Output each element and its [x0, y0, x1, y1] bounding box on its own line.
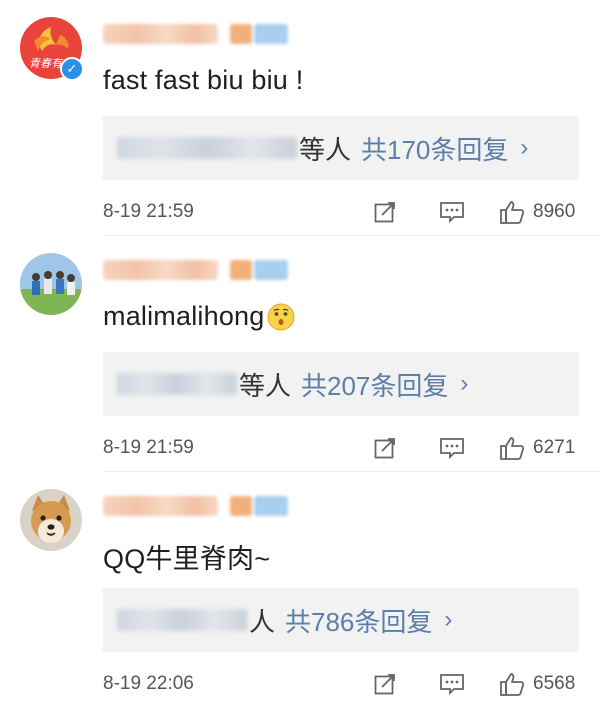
member-badge-blurred [254, 496, 288, 516]
comment-meta: 8-19 21:59 6271 [103, 436, 579, 460]
comment-button[interactable] [439, 436, 465, 460]
reply-count: 共170条回复 [361, 134, 509, 165]
thumbs-up-icon [500, 437, 525, 460]
reply-suffix: 等人 [239, 370, 292, 401]
comment-meta: 8-19 22:06 6568 [103, 672, 579, 696]
share-edit-icon [374, 674, 395, 695]
share-edit-icon [374, 438, 395, 459]
avatar[interactable]: 青春有你 ✓ [20, 17, 84, 81]
comment-time: 8-19 22:06 [103, 673, 194, 694]
reply-suffix: 人 [249, 606, 276, 637]
thinking-emoji-icon [267, 303, 295, 330]
thumbs-up-icon [500, 673, 525, 696]
comment-time: 8-19 21:59 [103, 201, 194, 222]
username-row[interactable] [103, 23, 288, 45]
replies-summary-button[interactable]: 等人 共170条回复 › [103, 116, 579, 180]
avatar-image [20, 253, 82, 315]
verified-badge-icon: ✓ [60, 57, 84, 81]
replies-summary-button[interactable]: 人 共786条回复 › [103, 588, 579, 652]
username-blurred [103, 496, 218, 516]
level-badge-blurred [230, 260, 252, 280]
avatar[interactable] [20, 489, 82, 551]
share-button[interactable] [373, 436, 397, 460]
comment-text: malimalihong [103, 301, 296, 332]
chevron-right-icon: › [460, 370, 469, 397]
comment-button[interactable] [439, 672, 465, 696]
comment-button[interactable] [439, 200, 465, 224]
replier-names-blurred [117, 609, 247, 631]
comment-meta: 8-19 21:59 8960 [103, 200, 579, 224]
comment-item: 青春有你 ✓ fast fast biu biu ! 等人 共170条回复 › … [0, 0, 600, 234]
replier-names-blurred [117, 137, 297, 159]
thumbs-up-icon [500, 201, 525, 224]
comment-bubble-icon [440, 202, 464, 224]
avatar-image [20, 489, 82, 551]
like-count: 6568 [533, 673, 576, 694]
share-button[interactable] [373, 200, 397, 224]
like-button[interactable]: 6271 [499, 436, 575, 460]
username-blurred [103, 24, 218, 44]
like-button[interactable]: 8960 [499, 200, 575, 224]
username-row[interactable] [103, 495, 288, 517]
comment-bubble-icon [440, 674, 464, 696]
reply-count: 共786条回复 [285, 606, 433, 637]
like-count: 6271 [533, 437, 576, 458]
like-button[interactable]: 6568 [499, 672, 575, 696]
share-button[interactable] [373, 672, 397, 696]
level-badge-blurred [230, 24, 252, 44]
comment-bubble-icon [440, 438, 464, 460]
like-count: 8960 [533, 201, 576, 222]
comment-text-content: QQ牛里脊肉~ [103, 544, 271, 574]
comment-text-content: malimalihong [103, 301, 265, 331]
username-row[interactable] [103, 259, 288, 281]
member-badge-blurred [254, 260, 288, 280]
comment-text: fast fast biu biu ! [103, 65, 303, 96]
username-blurred [103, 260, 218, 280]
reply-count: 共207条回复 [301, 370, 449, 401]
replier-names-blurred [117, 373, 237, 395]
reply-suffix: 等人 [299, 134, 352, 165]
chevron-right-icon: › [520, 134, 529, 161]
avatar[interactable] [20, 253, 82, 315]
member-badge-blurred [254, 24, 288, 44]
comment-time: 8-19 21:59 [103, 437, 194, 458]
comment-text-content: fast fast biu biu ! [103, 65, 304, 95]
level-badge-blurred [230, 496, 252, 516]
share-edit-icon [374, 202, 395, 223]
comment-item: QQ牛里脊肉~ 人 共786条回复 › 8-19 22:06 6568 [0, 472, 600, 706]
chevron-right-icon: › [444, 606, 453, 633]
comment-text: QQ牛里脊肉~ [103, 537, 270, 576]
comment-item: malimalihong 等人 共207条回复 › 8-19 21:59 627… [0, 236, 600, 470]
replies-summary-button[interactable]: 等人 共207条回复 › [103, 352, 579, 416]
